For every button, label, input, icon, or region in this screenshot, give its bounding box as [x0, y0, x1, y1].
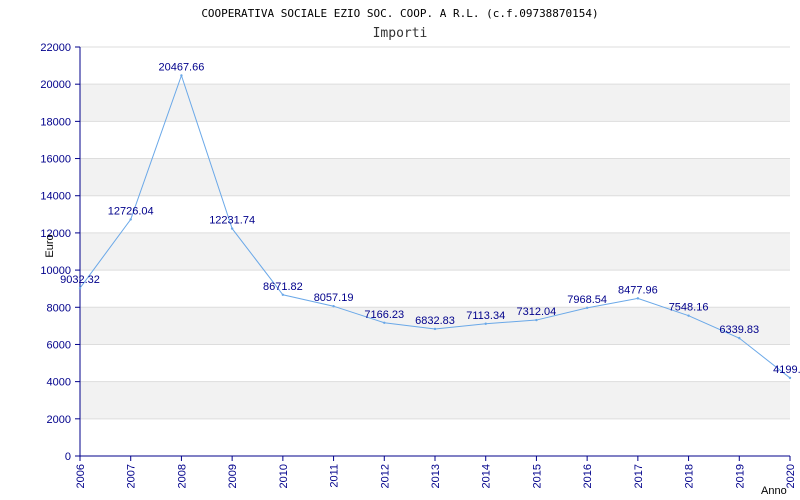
y-tick-label: 4000	[47, 377, 71, 389]
data-label: 6832.83	[415, 315, 455, 327]
grid-band	[80, 381, 790, 419]
grid-bands	[80, 84, 790, 419]
data-label: 7968.54	[567, 294, 607, 306]
data-point	[585, 306, 589, 310]
data-label: 8477.96	[618, 284, 658, 296]
data-point	[484, 322, 487, 325]
data-point	[383, 321, 386, 324]
x-tick-label: 2018	[684, 464, 696, 488]
data-point	[281, 293, 285, 296]
y-tick-label: 8000	[47, 302, 71, 314]
y-tick-label: 20000	[40, 79, 71, 91]
data-label: 7113.34	[466, 310, 505, 322]
data-label: 12726.04	[108, 205, 154, 217]
data-label: 7548.16	[669, 302, 709, 314]
data-point	[180, 74, 183, 77]
data-point	[332, 305, 335, 308]
x-tick-label: 2011	[329, 464, 341, 488]
data-point	[788, 376, 792, 380]
data-point	[636, 297, 640, 300]
data-label: 20467.66	[158, 61, 204, 73]
x-tick-label: 2012	[379, 464, 391, 488]
data-point	[433, 327, 437, 331]
x-tick-label: 2015	[531, 464, 543, 488]
y-tick-label: 2000	[47, 414, 71, 426]
x-tick-label: 2019	[734, 464, 746, 488]
y-tick-label: 18000	[40, 116, 71, 128]
line-chart: COOPERATIVA SOCIALE EZIO SOC. COOP. A R.…	[40, 7, 800, 497]
data-point	[230, 227, 234, 230]
x-tick-label: 2010	[278, 464, 290, 488]
x-tick-label: 2014	[481, 464, 493, 488]
data-label: 7312.04	[517, 306, 557, 318]
data-point	[687, 314, 690, 317]
data-label: 7166.23	[364, 309, 404, 321]
data-label: 12231.74	[209, 215, 255, 227]
y-tick-label: 6000	[47, 339, 71, 351]
data-label: 4199.9	[773, 364, 800, 376]
x-tick-label: 2013	[430, 464, 442, 488]
y-tick-label: 16000	[40, 154, 71, 166]
data-label: 6339.83	[719, 324, 759, 336]
x-tick-label: 2008	[176, 464, 188, 488]
data-label: 8057.19	[314, 292, 354, 304]
y-axis-label: Euro	[44, 234, 56, 257]
y-tick-label: 14000	[40, 191, 71, 203]
x-tick-label: 2006	[75, 464, 87, 488]
y-tick-label: 22000	[40, 42, 71, 54]
chart-title: COOPERATIVA SOCIALE EZIO SOC. COOP. A R.…	[201, 7, 598, 20]
grid-band	[80, 232, 790, 271]
x-tick-label: 2017	[633, 464, 645, 488]
data-point	[129, 218, 132, 221]
data-point	[738, 336, 741, 340]
x-tick-label: 2016	[582, 464, 594, 488]
x-tick-labels: 2006 2007 2008 2009 2010 2011 2012 2013 2014 2015…	[75, 464, 797, 488]
grid-band	[80, 158, 790, 196]
data-point	[78, 286, 82, 290]
x-axis-label: Anno	[761, 485, 787, 497]
x-tick-label: 2009	[227, 464, 239, 488]
chart-subtitle: Importi	[373, 26, 428, 41]
x-tick-label: 2020	[785, 464, 797, 488]
data-label: 8671.82	[263, 281, 303, 293]
x-tick-label: 2007	[126, 464, 138, 488]
y-tick-label: 0	[65, 451, 71, 463]
data-label: 9032.32	[60, 274, 100, 286]
data-point	[535, 318, 538, 322]
